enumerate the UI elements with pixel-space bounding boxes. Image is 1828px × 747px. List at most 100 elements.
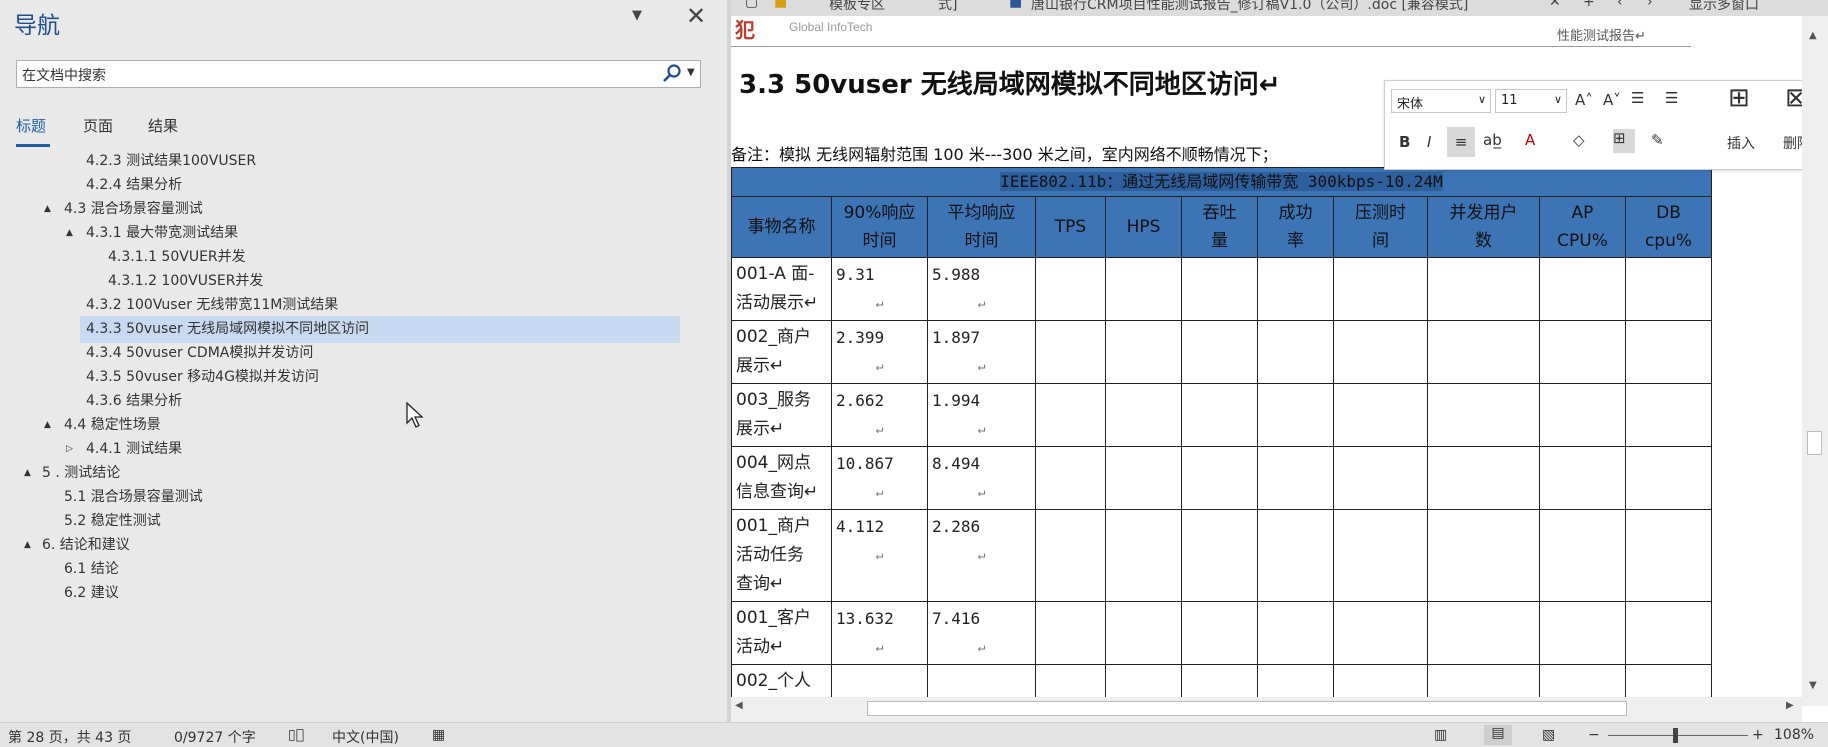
read-mode-icon[interactable]: ▥ (1434, 727, 1447, 743)
web-layout-icon[interactable]: ▧ (1542, 727, 1555, 743)
bullets-icon[interactable]: ☰ (1631, 89, 1644, 107)
page-count[interactable]: 第 28 页，共 43 页 (8, 727, 131, 747)
grow-font-icon[interactable]: A˄ (1575, 91, 1593, 109)
tab-template-zone[interactable]: 模板专区 (829, 0, 885, 14)
empty-cell[interactable] (1539, 383, 1626, 447)
empty-cell[interactable] (1257, 383, 1334, 447)
empty-cell[interactable] (1333, 383, 1428, 447)
empty-cell[interactable] (1181, 601, 1258, 665)
empty-cell[interactable] (1035, 601, 1106, 665)
scroll-up-icon[interactable]: ▲ (1809, 30, 1817, 41)
font-color-icon[interactable]: A (1525, 131, 1535, 149)
collapse-toggle-icon[interactable]: ▲ (24, 532, 31, 559)
column-header[interactable]: 90%响应 时间 (831, 196, 928, 258)
new-tab-icon[interactable]: + (1583, 0, 1595, 10)
insert-table-icon[interactable]: ⊞ (1728, 83, 1750, 113)
outline-item[interactable]: 4.3.6 结果分析 (86, 388, 182, 415)
empty-cell[interactable] (1625, 257, 1712, 321)
outline-item[interactable]: 5.2 稳定性测试 (64, 508, 161, 535)
empty-cell[interactable] (1035, 320, 1106, 384)
zoom-level[interactable]: 108% (1774, 727, 1814, 743)
transaction-name-cell[interactable]: 001-A 面- 活动展示↵ (731, 257, 832, 321)
empty-cell[interactable] (1539, 446, 1626, 510)
macro-icon[interactable]: ▦ (432, 727, 445, 743)
outline-item[interactable]: 4.4 稳定性场景 (64, 412, 161, 439)
vertical-scroll-thumb[interactable] (1807, 431, 1822, 455)
empty-cell[interactable] (1257, 509, 1334, 602)
column-header[interactable]: 压测时 间 (1333, 196, 1428, 258)
shading-icon[interactable]: ◇ (1573, 131, 1585, 149)
insert-button[interactable]: 插入 (1727, 133, 1755, 153)
empty-cell[interactable] (1257, 320, 1334, 384)
outline-item[interactable]: 6. 结论和建议 (42, 532, 130, 559)
empty-cell[interactable] (1333, 257, 1428, 321)
empty-cell[interactable] (1427, 320, 1540, 384)
print-layout-icon[interactable]: ▤ (1484, 725, 1512, 745)
empty-cell[interactable] (1105, 446, 1182, 510)
borders-icon[interactable]: ⊞ (1613, 129, 1635, 153)
empty-cell[interactable] (1257, 257, 1334, 321)
p90-response-cell[interactable]: 13.632 ↵ (831, 601, 928, 665)
empty-cell[interactable] (1105, 601, 1182, 665)
empty-cell[interactable] (1181, 383, 1258, 447)
zoom-slider[interactable] (1608, 735, 1748, 736)
search-icon[interactable] (660, 63, 684, 85)
empty-cell[interactable] (1105, 257, 1182, 321)
table-banner[interactable]: IEEE802.11b：通过无线局域网传输带宽 300kbps-10.24M (731, 167, 1712, 197)
empty-cell[interactable] (1539, 601, 1626, 665)
avg-response-cell[interactable]: 5.988 ↵ (927, 257, 1036, 321)
empty-cell[interactable] (1625, 601, 1712, 665)
column-header[interactable]: 并发用户 数 (1427, 196, 1540, 258)
empty-cell[interactable] (1427, 257, 1540, 321)
empty-cell[interactable] (1427, 509, 1540, 602)
highlight-icon[interactable]: ab̲ (1483, 131, 1502, 149)
empty-cell[interactable] (1539, 320, 1626, 384)
tab-pages[interactable]: 页面 (83, 115, 113, 136)
empty-cell[interactable] (1539, 509, 1626, 602)
font-name-select[interactable]: 宋体 ∨ (1391, 89, 1491, 113)
empty-cell[interactable] (1035, 383, 1106, 447)
scroll-left-icon[interactable]: ◀ (735, 700, 743, 711)
outline-item[interactable]: 4.2.4 结果分析 (86, 172, 182, 199)
column-header[interactable]: HPS (1105, 196, 1182, 258)
nav-close-icon[interactable]: ✕ (686, 2, 706, 30)
outline-item[interactable]: 4.3.1 最大带宽测试结果 (86, 220, 238, 247)
empty-cell[interactable] (1257, 601, 1334, 665)
show-multiple-windows-button[interactable]: 显示多窗口 (1689, 0, 1759, 14)
empty-cell[interactable] (1035, 257, 1106, 321)
empty-cell[interactable] (1427, 601, 1540, 665)
search-options-caret-icon[interactable]: ▼ (687, 67, 695, 78)
column-header[interactable]: 成功 率 (1257, 196, 1334, 258)
outline-item[interactable]: 4.3 混合场景容量测试 (64, 196, 203, 223)
p90-response-cell[interactable]: 2.399 ↵ (831, 320, 928, 384)
empty-cell[interactable] (1181, 509, 1258, 602)
empty-cell[interactable] (1105, 509, 1182, 602)
p90-response-cell[interactable]: 4.112 ↵ (831, 509, 928, 602)
avg-response-cell[interactable]: 7.416 ↵ (927, 601, 1036, 665)
scroll-down-icon[interactable]: ▼ (1809, 680, 1817, 691)
p90-response-cell[interactable]: 10.867 ↵ (831, 446, 928, 510)
transaction-name-cell[interactable]: 001_客户 活动↵ (731, 601, 832, 665)
outline-item[interactable]: 4.4.1 测试结果 (86, 436, 182, 463)
nav-search-input[interactable]: 在文档中搜索 ▼ (16, 60, 701, 88)
empty-cell[interactable] (1625, 509, 1712, 602)
empty-cell[interactable] (1539, 257, 1626, 321)
format-painter-icon[interactable]: ✎ (1651, 131, 1664, 149)
zoom-out-icon[interactable]: − (1588, 727, 1600, 743)
column-header[interactable]: 平均响应 时间 (927, 196, 1036, 258)
empty-cell[interactable] (1333, 320, 1428, 384)
outline-item[interactable]: 5 . 测试结论 (42, 460, 120, 487)
collapse-toggle-icon[interactable]: ▲ (44, 196, 51, 223)
outline-item[interactable]: 4.3.1.1 50VUER并发 (108, 244, 246, 271)
empty-cell[interactable] (1333, 509, 1428, 602)
nav-options-dropdown-icon[interactable]: ▼ (632, 8, 642, 23)
horizontal-scroll-thumb[interactable] (867, 701, 1627, 716)
empty-cell[interactable] (1625, 446, 1712, 510)
column-header[interactable]: TPS (1035, 196, 1106, 258)
outline-item[interactable]: 5.1 混合场景容量测试 (64, 484, 203, 511)
scroll-right-icon[interactable]: ▶ (1786, 700, 1794, 711)
tab-scroll-left-icon[interactable]: ‹ (1617, 0, 1623, 10)
horizontal-scrollbar[interactable]: ◀ ▶ (731, 697, 1802, 722)
p90-response-cell[interactable]: 2.662 ↵ (831, 383, 928, 447)
tab-active-document[interactable]: 唐山银行CRM项目性能测试报告_修订稿V1.0（公司）.doc [兼容模式] (1031, 0, 1468, 14)
